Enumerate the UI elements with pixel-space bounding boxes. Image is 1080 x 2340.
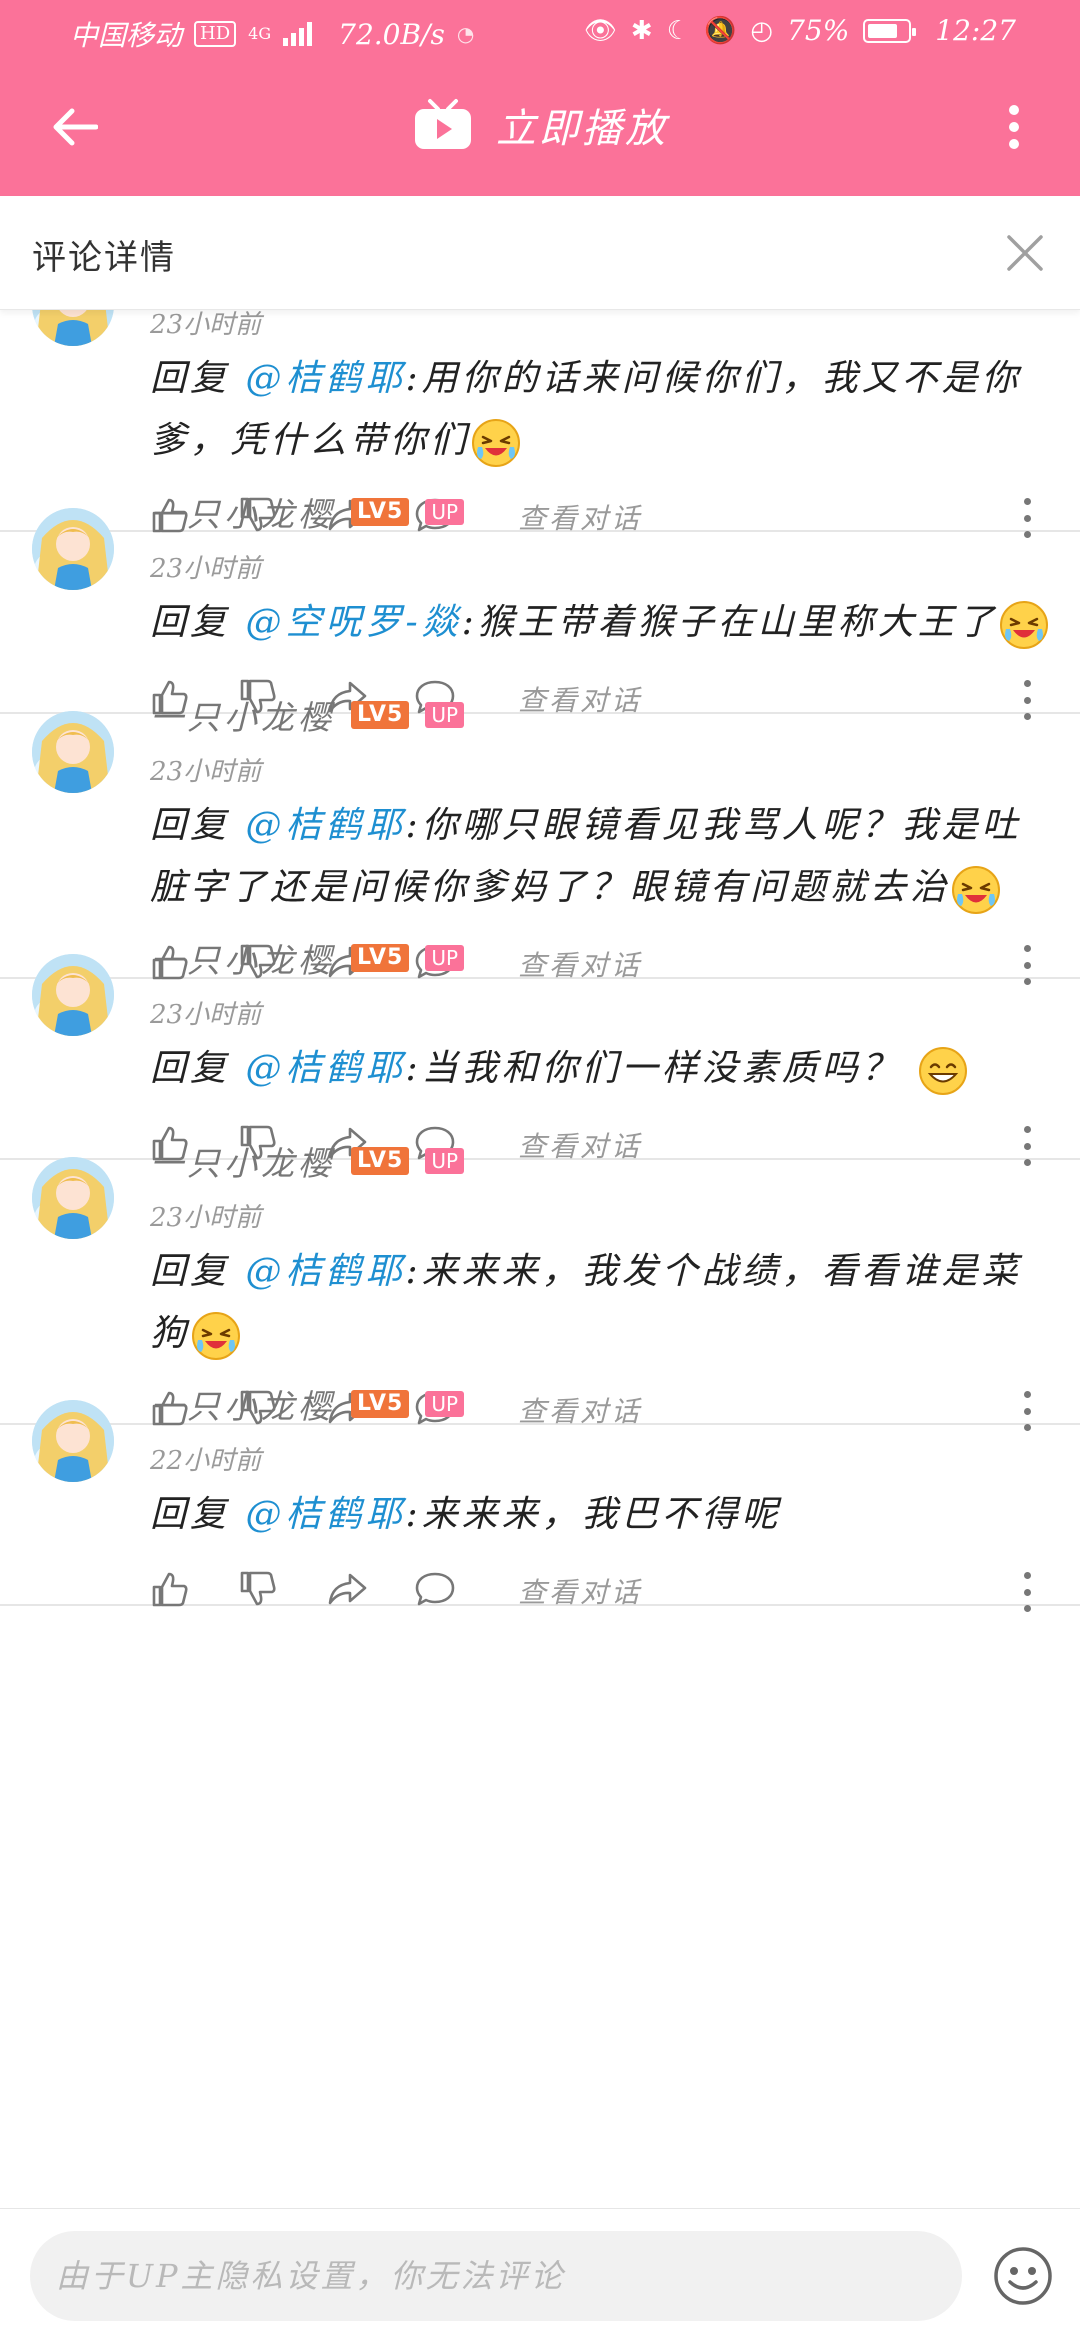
signal-icon xyxy=(283,22,313,46)
share-button[interactable] xyxy=(326,1566,414,1616)
play-now-button[interactable]: 立即播放 xyxy=(0,96,1080,154)
avatar[interactable] xyxy=(32,1400,114,1482)
comment-text: :来来来，我巴不得呢 xyxy=(405,1494,782,1535)
reply-prefix: 回复 xyxy=(150,805,246,846)
app-bar-title: 立即播放 xyxy=(496,106,668,152)
chat-bubble-icon xyxy=(414,1569,456,1613)
comment-list[interactable]: 一只小龙樱 LV5 UP 23小时前 回复 @桔鹤耶:用你的话来问候你们，我又不是你爹，… xyxy=(0,296,1080,2208)
mention-link[interactable]: @空呪罗-燚 xyxy=(245,602,461,643)
reply-button[interactable] xyxy=(414,1566,502,1616)
reply-prefix: 回复 xyxy=(150,358,246,399)
network-type: 4G xyxy=(248,24,272,43)
avatar[interactable] xyxy=(32,508,114,590)
carrier-label: 中国移动 xyxy=(70,19,183,52)
comment-body: 回复 @桔鹤耶:用你的话来问候你们，我又不是你爹，凭什么带你们 xyxy=(150,348,1050,472)
emoji-button[interactable] xyxy=(992,2245,1054,2307)
net-speed: 72.0B/s xyxy=(338,17,445,51)
comment-text: :猴王带着猴子在山里称大王了 xyxy=(461,602,998,643)
reply-prefix: 回复 xyxy=(150,1251,246,1292)
avatar[interactable] xyxy=(32,711,114,793)
mention-link[interactable]: @桔鹤耶 xyxy=(245,1494,405,1535)
comment-time: 23小时前 xyxy=(150,554,262,584)
battery-percent: 75% xyxy=(787,14,850,47)
thumbs-down-icon xyxy=(238,1569,278,1613)
view-conversation-link[interactable]: 查看对话 xyxy=(518,1571,642,1611)
comment-body: 回复 @空呪罗-燚:猴王带着猴子在山里称大王了 xyxy=(150,592,1050,654)
hd-icon: HD xyxy=(194,21,237,47)
battery-icon xyxy=(863,18,917,43)
laugh-cry-emoji-icon xyxy=(998,601,1050,649)
mention-link[interactable]: @桔鹤耶 xyxy=(245,358,405,399)
reply-prefix: 回复 xyxy=(150,602,246,643)
level-badge: LV5 xyxy=(351,701,410,729)
smile-emoji-icon xyxy=(917,1047,969,1095)
mute-bell-icon: 🔕 xyxy=(704,15,737,46)
avatar[interactable] xyxy=(32,954,114,1036)
up-badge: UP xyxy=(425,1391,465,1417)
reply-prefix: 回复 xyxy=(150,1048,246,1089)
comment-time: 23小时前 xyxy=(150,757,262,787)
comment-time: 23小时前 xyxy=(150,1203,262,1233)
eye-icon: 👁 xyxy=(583,15,617,46)
laugh-cry-emoji-icon xyxy=(950,866,1002,914)
laugh-cry-emoji-icon xyxy=(190,1312,242,1360)
comment-text: :当我和你们一样没素质吗？ xyxy=(405,1048,918,1089)
up-badge: UP xyxy=(425,945,465,971)
close-icon xyxy=(1007,235,1043,271)
status-bar: 中国移动 HD 4G 72.0B/s ◔ 👁 ✱ ☾ 🔕 ◴ 75% 12:27 xyxy=(0,0,1080,62)
username[interactable]: 一只小龙樱 xyxy=(150,934,335,982)
level-badge: LV5 xyxy=(351,1390,410,1418)
comment-body: 回复 @桔鹤耶:来来来，我巴不得呢 xyxy=(150,1484,1050,1546)
up-badge: UP xyxy=(425,499,465,525)
more-vertical-icon xyxy=(1009,105,1019,149)
emoji-smile-icon xyxy=(994,2247,1052,2305)
mention-link[interactable]: @桔鹤耶 xyxy=(245,1048,405,1089)
mention-link[interactable]: @桔鹤耶 xyxy=(245,1251,405,1292)
reply-prefix: 回复 xyxy=(150,1494,246,1535)
level-badge: LV5 xyxy=(351,1147,410,1175)
comment-body: 回复 @桔鹤耶:来来来，我发个战绩，看看谁是菜狗 xyxy=(150,1241,1050,1365)
thumbs-up-icon xyxy=(150,1569,190,1613)
comment-time: 22小时前 xyxy=(150,1446,262,1476)
comment-more-button[interactable] xyxy=(1012,1572,1042,1612)
comment-body: 回复 @桔鹤耶:当我和你们一样没素质吗？ xyxy=(150,1038,1050,1100)
bluetooth-icon: ✱ xyxy=(630,15,653,46)
share-icon xyxy=(326,1569,368,1613)
up-badge: UP xyxy=(425,702,465,728)
comment-detail-header: 评论详情 xyxy=(0,196,1080,310)
tv-play-icon xyxy=(415,99,471,149)
comment-detail-title: 评论详情 xyxy=(32,238,176,278)
mention-link[interactable]: @桔鹤耶 xyxy=(245,805,405,846)
nfc-icon: ◔ xyxy=(456,22,475,46)
comment-input-bar xyxy=(0,2208,1080,2340)
clock: 12:27 xyxy=(935,14,1016,47)
app-bar: 立即播放 xyxy=(0,62,1080,196)
username[interactable]: 一只小龙樱 xyxy=(150,691,335,739)
dislike-button[interactable] xyxy=(238,1566,326,1616)
close-button[interactable] xyxy=(996,224,1054,282)
comment-item[interactable]: 一只小龙樱 LV5 UP 22小时前回复 @桔鹤耶:来来来，我巴不得呢查看对话 xyxy=(0,1368,1080,1612)
username[interactable]: 一只小龙樱 xyxy=(150,488,335,536)
more-menu-button[interactable] xyxy=(984,92,1044,162)
moon-icon: ☾ xyxy=(666,15,690,46)
username[interactable]: 一只小龙樱 xyxy=(150,1380,335,1428)
up-badge: UP xyxy=(425,1148,465,1174)
top-bar: 中国移动 HD 4G 72.0B/s ◔ 👁 ✱ ☾ 🔕 ◴ 75% 12:27 xyxy=(0,0,1080,196)
laugh-cry-emoji-icon xyxy=(470,419,522,467)
comment-input[interactable] xyxy=(30,2231,962,2321)
level-badge: LV5 xyxy=(351,498,410,526)
avatar[interactable] xyxy=(32,1157,114,1239)
speedometer-icon: ◴ xyxy=(750,15,774,46)
level-badge: LV5 xyxy=(351,944,410,972)
comment-time: 23小时前 xyxy=(150,1000,262,1030)
like-button[interactable] xyxy=(150,1566,238,1616)
comment-body: 回复 @桔鹤耶:你哪只眼镜看见我骂人呢？我是吐脏字了还是问候你爹妈了？眼镜有问题… xyxy=(150,795,1050,919)
comment-actions: 查看对话 xyxy=(150,1566,1050,1616)
username[interactable]: 一只小龙樱 xyxy=(150,1137,335,1185)
